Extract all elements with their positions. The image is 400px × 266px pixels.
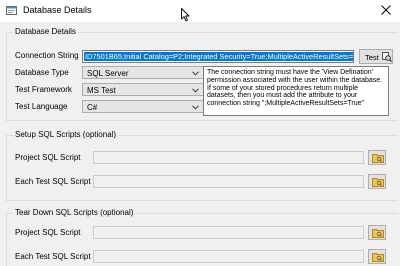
folder-icon xyxy=(372,154,384,163)
setup-scripts-group-title: Setup SQL Scripts (optional) xyxy=(13,130,119,139)
test-button-label: Test xyxy=(365,53,379,62)
chevron-down-icon xyxy=(192,88,199,93)
connection-info-text: The connection string must have the 'Vie… xyxy=(203,66,389,116)
chevron-down-icon xyxy=(192,105,199,110)
database-details-group-title: Database Details xyxy=(13,27,78,36)
test-language-label: Test Language xyxy=(15,102,68,111)
window-app-icon xyxy=(6,5,17,16)
setup-project-script-input[interactable] xyxy=(93,151,364,164)
folder-icon xyxy=(372,253,384,262)
title-bar: Database Details xyxy=(0,0,400,22)
test-framework-select[interactable]: MS Test xyxy=(82,83,204,96)
database-type-value: SQL Server xyxy=(87,69,129,78)
database-type-label: Database Type xyxy=(15,68,69,77)
setup-scripts-group: Setup SQL Scripts (optional) Project SQL… xyxy=(6,130,398,201)
connection-string-value: ID7501B65;Initial Catalog=P2;Integrated … xyxy=(84,52,353,61)
test-language-value: C# xyxy=(87,103,98,112)
setup-project-script-browse-button[interactable] xyxy=(368,150,386,165)
setup-each-test-script-label: Each Test SQL Script xyxy=(15,177,91,186)
teardown-scripts-group: Tear Down SQL Scripts (optional) Project… xyxy=(6,208,398,266)
connection-string-input[interactable]: ID7501B65;Initial Catalog=P2;Integrated … xyxy=(82,50,354,63)
database-type-select[interactable]: SQL Server xyxy=(82,66,204,79)
teardown-scripts-group-title: Tear Down SQL Scripts (optional) xyxy=(13,208,136,217)
folder-icon xyxy=(372,178,384,187)
teardown-project-script-input[interactable] xyxy=(93,226,364,239)
connection-test-icon xyxy=(382,52,392,62)
mouse-cursor-icon xyxy=(181,8,190,22)
test-framework-label: Test Framework xyxy=(15,85,72,94)
setup-each-test-script-input[interactable] xyxy=(93,175,364,188)
teardown-each-test-script-label: Each Test SQL Script xyxy=(15,252,91,261)
window-title: Database Details xyxy=(23,5,92,15)
folder-icon xyxy=(372,229,384,238)
test-framework-value: MS Test xyxy=(87,86,116,95)
teardown-project-script-browse-button[interactable] xyxy=(368,225,386,240)
setup-each-test-script-browse-button[interactable] xyxy=(368,174,386,189)
teardown-project-script-label: Project SQL Script xyxy=(15,228,81,237)
teardown-each-test-script-input[interactable] xyxy=(93,250,364,263)
database-details-window: Database Details Database Details Connec… xyxy=(0,0,400,266)
test-language-select[interactable]: C# xyxy=(82,100,204,113)
test-connection-button[interactable]: Test xyxy=(359,49,393,64)
teardown-each-test-script-browse-button[interactable] xyxy=(368,249,386,264)
connection-string-label: Connection String xyxy=(15,51,79,60)
setup-project-script-label: Project SQL Script xyxy=(15,153,81,162)
close-icon xyxy=(381,5,391,15)
close-button[interactable] xyxy=(372,0,400,20)
chevron-down-icon xyxy=(192,71,199,76)
